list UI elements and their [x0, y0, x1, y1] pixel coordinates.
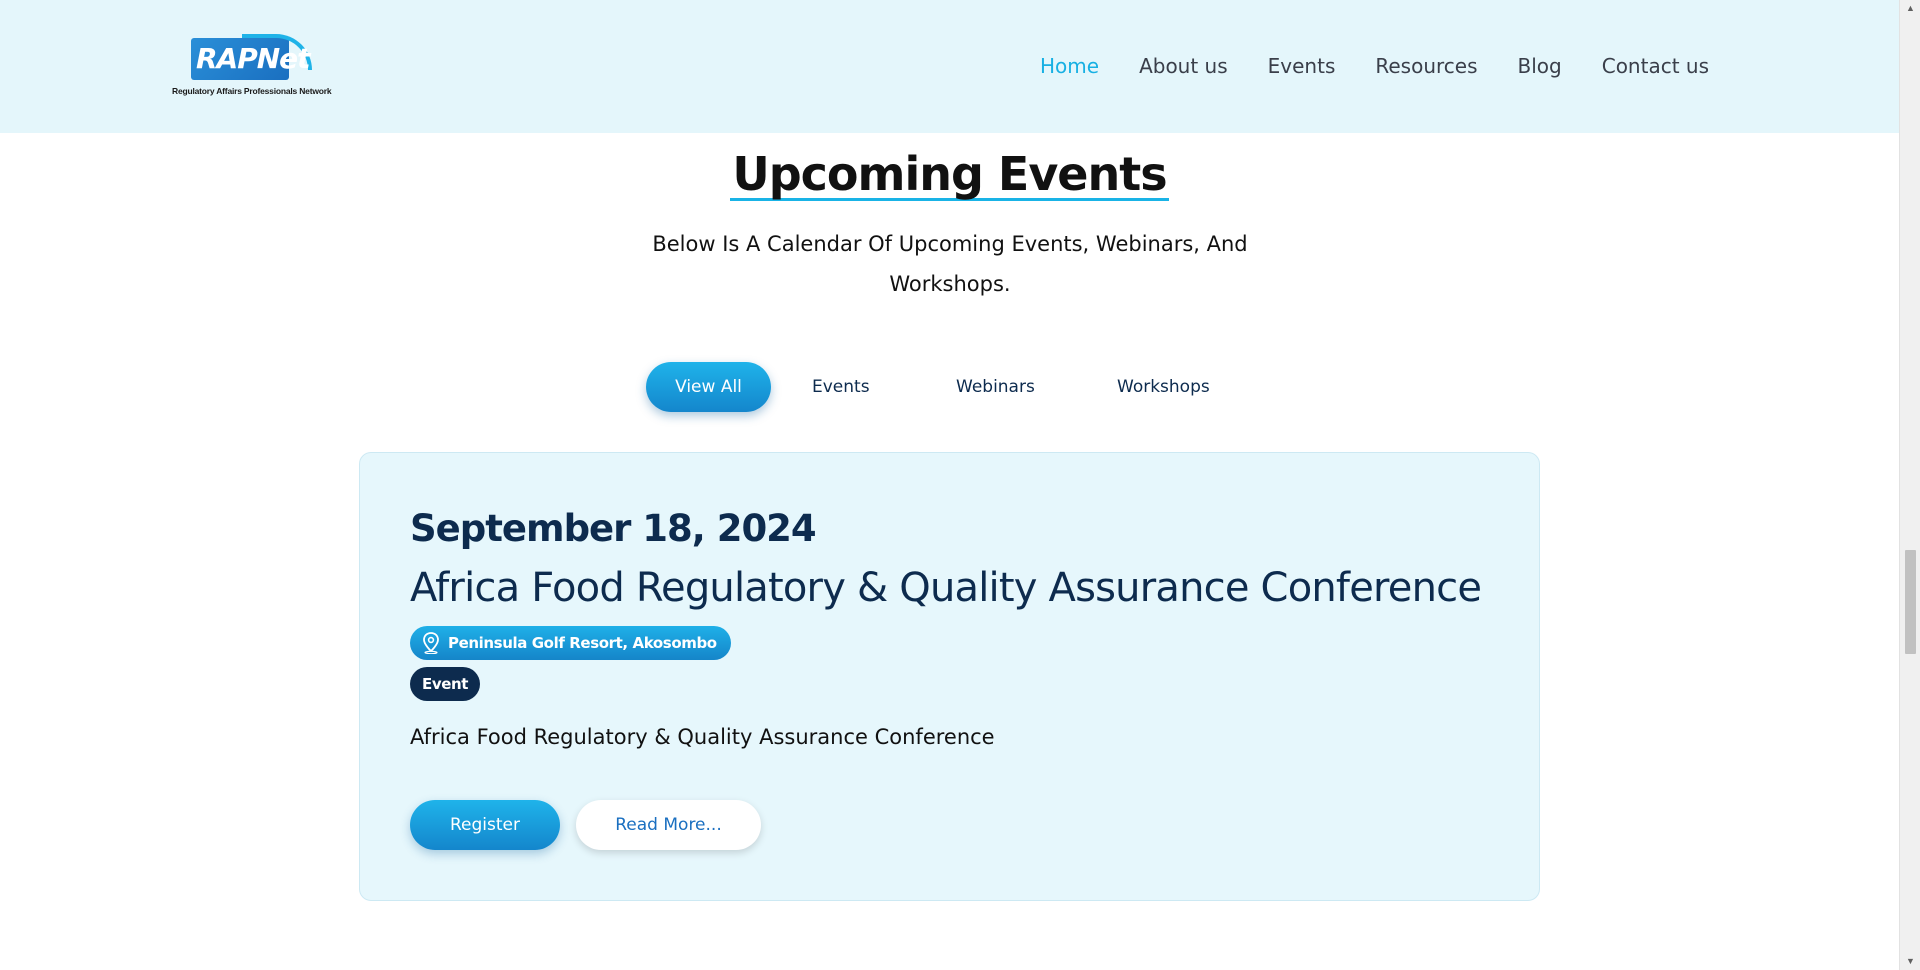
nav-blog[interactable]: Blog — [1518, 52, 1562, 80]
site-header: RAPNet Regulatory Affairs Professionals … — [0, 0, 1899, 133]
nav-contact-us[interactable]: Contact us — [1602, 52, 1709, 80]
page-title: Upcoming Events — [730, 147, 1169, 201]
logo-text: RAPNet — [196, 42, 311, 75]
rapnet-logo[interactable]: RAPNet Regulatory Affairs Professionals … — [172, 34, 332, 100]
filter-webinars[interactable]: Webinars — [956, 362, 1035, 412]
nav-about-us[interactable]: About us — [1139, 52, 1228, 80]
event-description: Africa Food Regulatory & Quality Assuran… — [410, 725, 995, 749]
nav-events[interactable]: Events — [1268, 52, 1336, 80]
event-title: Africa Food Regulatory & Quality Assuran… — [410, 565, 1482, 611]
event-date: September 18, 2024 — [410, 507, 817, 550]
event-card: September 18, 2024 Africa Food Regulator… — [359, 452, 1540, 901]
map-pin-icon — [422, 632, 440, 655]
scrollbar-thumb[interactable] — [1905, 550, 1916, 654]
scroll-up-arrow-icon[interactable]: ▲ — [1900, 0, 1920, 17]
section-subtitle: Below Is A Calendar Of Upcoming Events, … — [652, 232, 1248, 296]
page-scrollbar[interactable]: ▲ ▼ — [1899, 0, 1920, 970]
filter-view-all[interactable]: View All — [646, 362, 771, 412]
event-location-badge: Peninsula Golf Resort, Akosombo — [410, 626, 731, 660]
section-heading: Upcoming Events — [0, 150, 1899, 201]
logo-tagline: Regulatory Affairs Professionals Network — [172, 86, 332, 96]
main-nav: Home About us Events Resources Blog Cont… — [1040, 52, 1749, 80]
nav-resources[interactable]: Resources — [1375, 52, 1477, 80]
event-type-badge: Event — [410, 667, 481, 701]
event-location: Peninsula Golf Resort, Akosombo — [448, 634, 717, 652]
scroll-down-arrow-icon[interactable]: ▼ — [1900, 953, 1920, 970]
register-button[interactable]: Register — [410, 800, 560, 850]
filter-events[interactable]: Events — [812, 362, 870, 412]
filter-workshops[interactable]: Workshops — [1117, 362, 1210, 412]
nav-home[interactable]: Home — [1040, 52, 1099, 80]
read-more-button[interactable]: Read More... — [576, 800, 761, 850]
